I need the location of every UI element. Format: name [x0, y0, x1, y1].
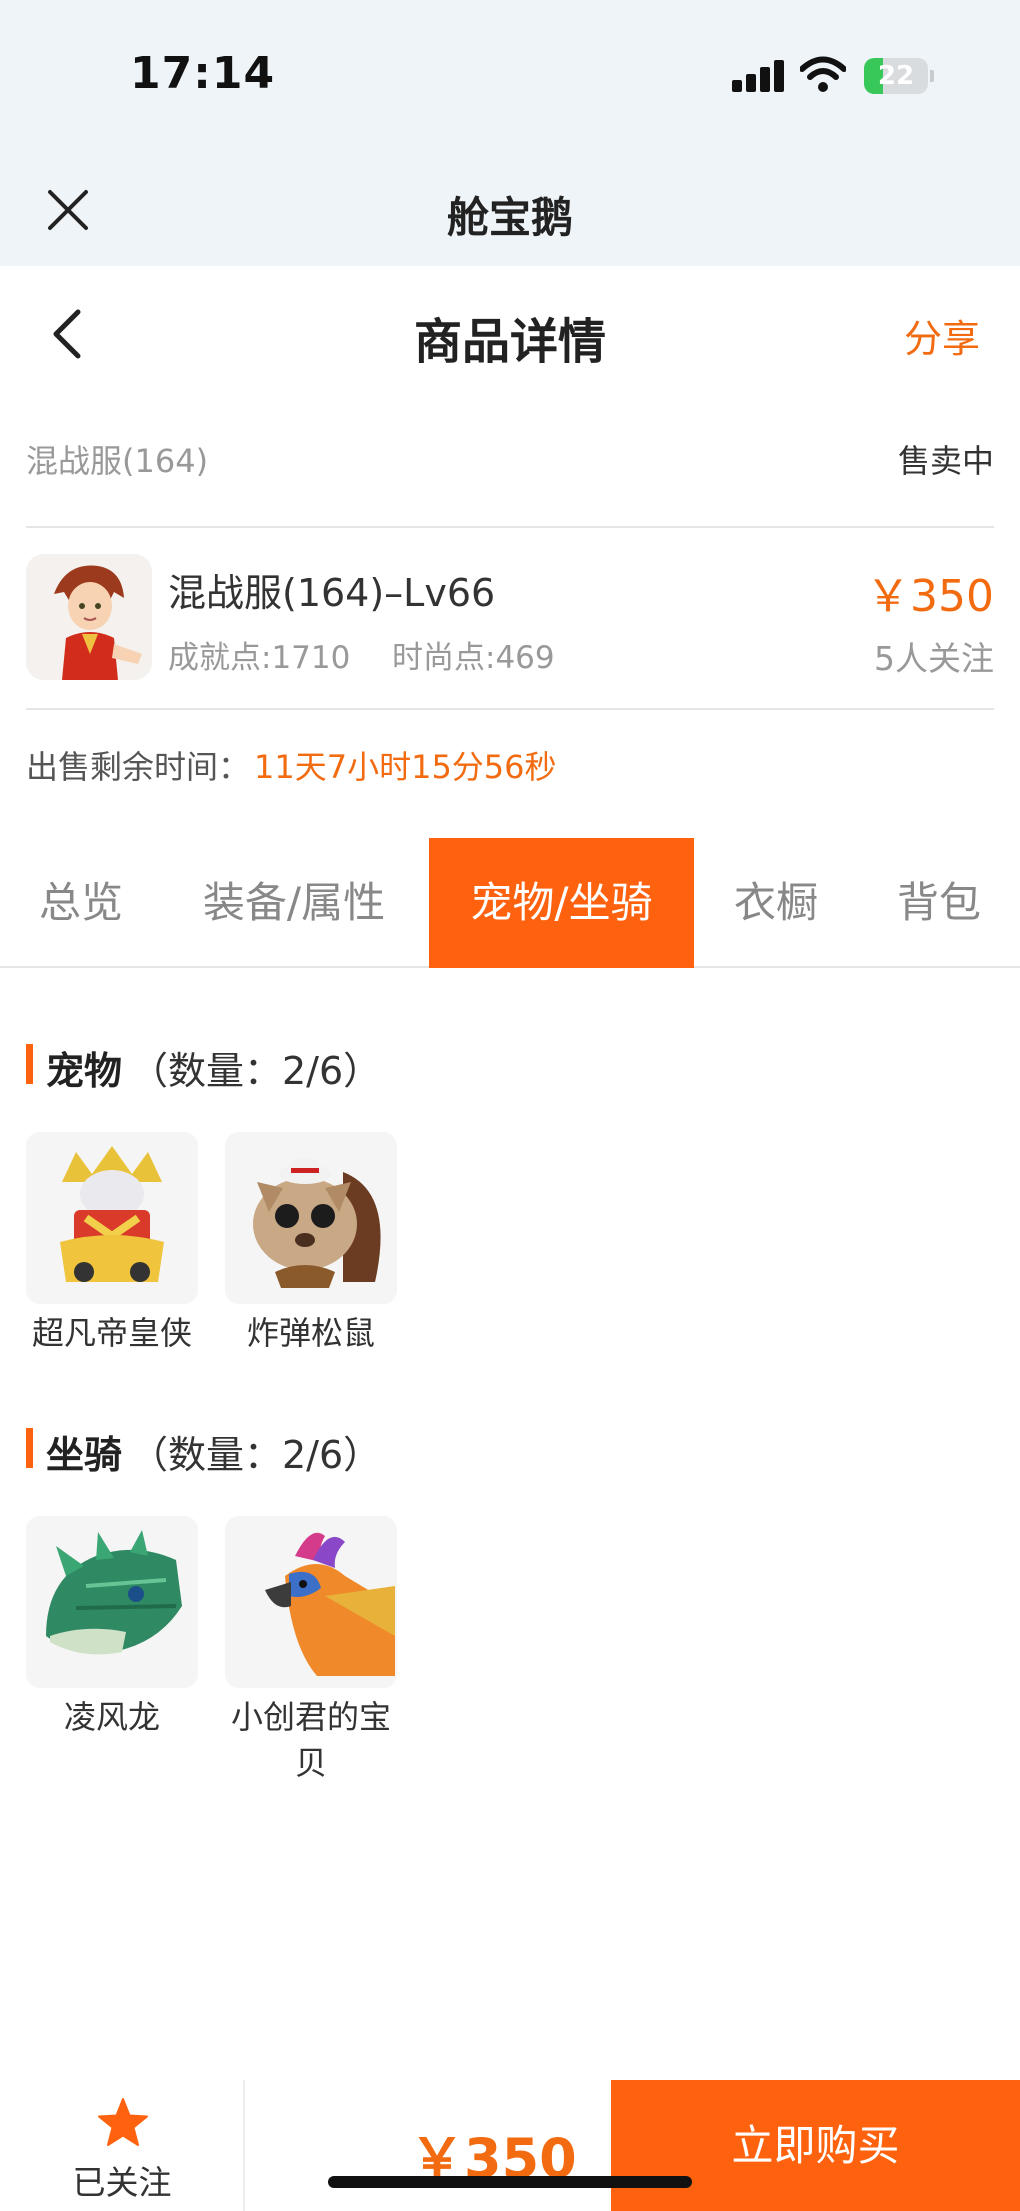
- section-title: 宠物: [46, 1049, 123, 1093]
- divider: [26, 526, 994, 528]
- follow-button[interactable]: 已关注: [0, 2080, 244, 2211]
- fashion-points: 时尚点:469: [392, 640, 555, 676]
- remaining-time-label: 出售剩余时间：: [26, 748, 251, 786]
- home-indicator[interactable]: [328, 2176, 692, 2188]
- tab-wardrobe[interactable]: 衣橱: [694, 838, 858, 968]
- green-dragon-mount-image: [26, 1516, 198, 1688]
- star-icon: [98, 2098, 148, 2146]
- bomb-squirrel-pet-image: [225, 1132, 397, 1304]
- tab-pets-mounts[interactable]: 宠物/坐骑: [429, 838, 694, 968]
- mount-name: 凌风龙: [63, 1698, 160, 1736]
- page-title: 商品详情: [413, 314, 606, 370]
- bottom-action-bar: 已关注 ￥350 立即购买: [0, 2080, 1020, 2211]
- armored-hero-pet-image: [26, 1132, 198, 1304]
- sale-status: 售卖中: [897, 442, 994, 480]
- wifi-icon: [800, 56, 846, 92]
- mount-item[interactable]: 小创君的宝贝: [225, 1516, 397, 1786]
- battery-level: 22: [877, 61, 915, 91]
- top-area: 17:14 22 舱宝鹅: [0, 0, 1020, 266]
- pet-item[interactable]: 炸弹松鼠: [225, 1132, 397, 1356]
- section-title: 坐骑: [46, 1433, 123, 1477]
- tab-overview[interactable]: 总览: [0, 838, 162, 968]
- pet-item[interactable]: 超凡帝皇侠: [26, 1132, 198, 1356]
- divider: [26, 708, 994, 710]
- remaining-time-value: 11天7小时15分56秒: [254, 748, 557, 786]
- product-title: 混战服(164)–Lv66: [168, 571, 496, 615]
- tab-bar: 总览 装备/属性 宠物/坐骑 衣橱 背包: [0, 838, 1020, 968]
- follower-count: 5人关注: [874, 639, 994, 678]
- buy-now-button[interactable]: 立即购买: [611, 2080, 1020, 2211]
- section-accent-bar: [26, 1428, 33, 1468]
- follow-label: 已关注: [72, 2163, 172, 2202]
- mount-name: 小创君的宝贝: [230, 1698, 391, 1782]
- share-button[interactable]: 分享: [904, 308, 980, 363]
- battery-icon: 22: [864, 58, 934, 94]
- page-header: 商品详情 分享: [0, 266, 1020, 402]
- mini-program-title: 舱宝鹅: [446, 193, 573, 242]
- pet-name: 超凡帝皇侠: [31, 1314, 192, 1352]
- divider: [243, 2080, 245, 2211]
- tab-backpack[interactable]: 背包: [858, 838, 1020, 968]
- server-row: 混战服(164) 售卖中: [26, 436, 994, 486]
- pet-name: 炸弹松鼠: [246, 1314, 375, 1352]
- phoenix-bird-mount-image: [225, 1516, 397, 1688]
- product-price: ￥350: [866, 571, 994, 622]
- status-time: 17:14: [130, 48, 276, 99]
- section-accent-bar: [26, 1044, 33, 1084]
- character-avatar: [26, 554, 152, 680]
- tab-equipment[interactable]: 装备/属性: [162, 838, 426, 968]
- mount-item[interactable]: 凌风龙: [26, 1516, 198, 1740]
- section-count: （数量：2/6）: [130, 1433, 382, 1477]
- signal-icon: [732, 60, 784, 92]
- achievement-points: 成就点:1710: [168, 640, 351, 676]
- server-name: 混战服(164): [26, 442, 209, 480]
- section-count: （数量：2/6）: [130, 1049, 382, 1093]
